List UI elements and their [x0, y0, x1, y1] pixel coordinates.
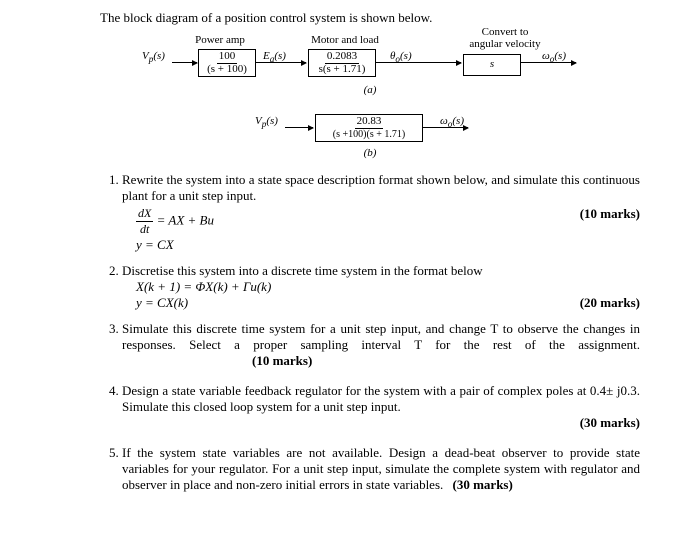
eq-ycx: y = CX	[136, 237, 640, 253]
intro-text: The block diagram of a position control …	[100, 10, 640, 26]
eq-dxdt: dX dt	[136, 206, 153, 237]
arrow	[376, 62, 461, 63]
eq-ycxk: y = CX(k)	[136, 295, 188, 310]
arrow	[423, 127, 468, 128]
arrow	[172, 62, 197, 63]
document-page: The block diagram of a position control …	[0, 0, 700, 513]
marks-q2: (20 marks)	[580, 295, 640, 311]
question-1: Rewrite the system into a state space de…	[122, 172, 640, 253]
question-3: Simulate this discrete time system for a…	[122, 321, 640, 369]
marks-q1: (10 marks)	[580, 206, 640, 222]
block-power-amp: 100 (s + 100)	[198, 49, 256, 77]
question-5: If the system state variables are not av…	[122, 445, 640, 493]
marks-q5: (30 marks)	[453, 477, 513, 492]
block-convert: s	[463, 54, 521, 76]
label-motor-load: Motor and load	[305, 34, 385, 46]
question-2: Discretise this system into a discrete t…	[122, 263, 640, 311]
signal-vp: Vp(s)	[142, 50, 165, 64]
block-diagram-b: Vp(s) 20.83 (s +100)(s + 1.71) ωo(s) (b)	[230, 111, 510, 166]
signal-vp-b: Vp(s)	[255, 115, 278, 129]
block-combined: 20.83 (s +100)(s + 1.71)	[315, 114, 423, 142]
arrow	[256, 62, 306, 63]
question-4: Design a state variable feedback regulat…	[122, 383, 640, 431]
arrow	[285, 127, 313, 128]
marks-q4: (30 marks)	[580, 415, 640, 431]
eq-xk1: X(k + 1) = ΦX(k) + Γu(k)	[136, 279, 640, 295]
marks-q3: (10 marks)	[252, 353, 312, 368]
diagram-label-b: (b)	[230, 147, 510, 159]
block-diagram-a: Power amp Motor and load Convert to angu…	[150, 34, 590, 109]
arrow	[521, 62, 576, 63]
label-power-amp: Power amp	[190, 34, 250, 46]
block-motor-load: 0.2083 s(s + 1.71)	[308, 49, 376, 77]
question-list: Rewrite the system into a state space de…	[100, 172, 640, 493]
label-convert: Convert to angular velocity	[460, 26, 550, 50]
diagram-label-a: (a)	[150, 84, 590, 96]
